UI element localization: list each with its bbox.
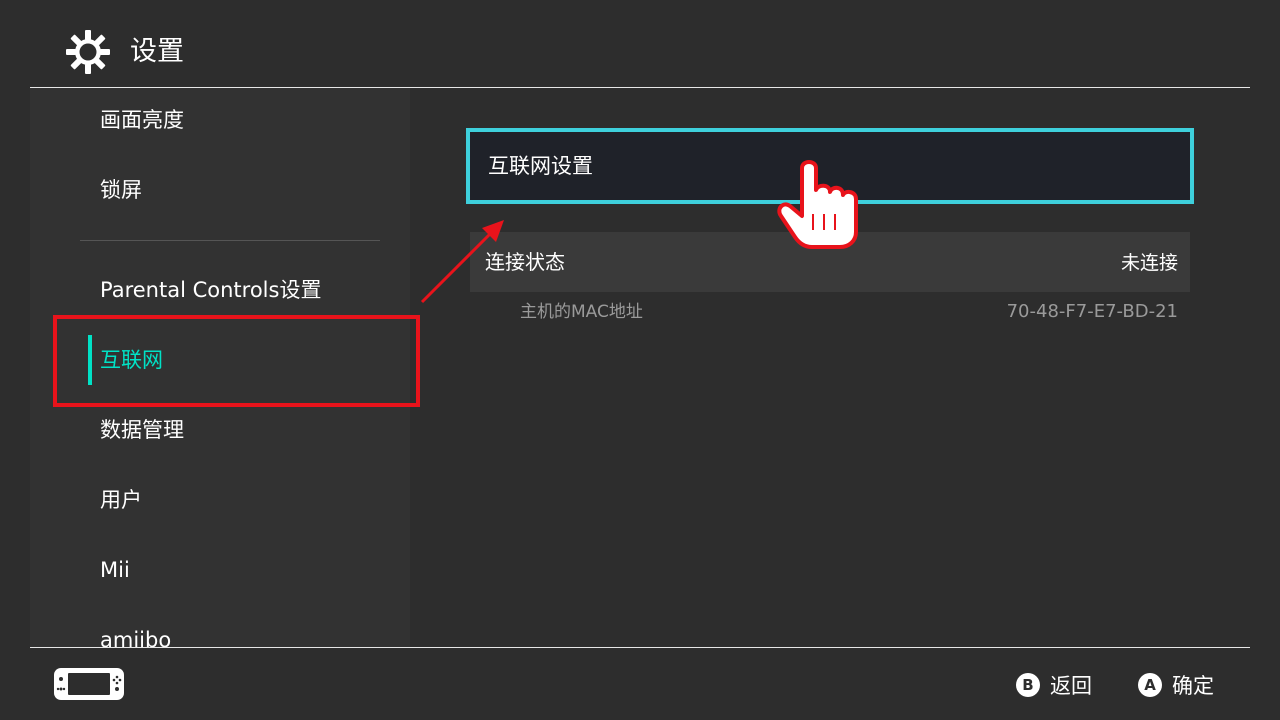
settings-screen: 设置 画面亮度 锁屏 Parental Controls设置 互联网 数据管理 … <box>0 0 1280 720</box>
connection-status-label: 连接状态 <box>485 250 565 274</box>
footer-divider <box>30 647 1250 648</box>
connection-status-value: 未连接 <box>1120 252 1178 274</box>
b-button-icon: B <box>1016 673 1040 697</box>
internet-settings-button[interactable]: 互联网设置 <box>466 128 1194 204</box>
gear-icon <box>66 30 110 74</box>
a-button-icon: A <box>1138 673 1162 697</box>
sidebar-item-amiibo[interactable]: amiibo <box>30 605 410 647</box>
sidebar-item-screen-brightness[interactable]: 画面亮度 <box>30 88 410 155</box>
sidebar-divider <box>80 240 380 241</box>
sidebar-item-mii[interactable]: Mii <box>30 535 410 605</box>
sidebar-item-label: 用户 <box>100 488 142 512</box>
back-button[interactable]: B 返回 <box>1016 668 1092 702</box>
sidebar-item-users[interactable]: 用户 <box>30 465 410 535</box>
sidebar-item-label: Parental Controls设置 <box>100 278 322 302</box>
sidebar-item-label: 画面亮度 <box>100 108 184 132</box>
sidebar-item-label: 数据管理 <box>100 418 184 442</box>
mac-address-row: 主机的MAC地址 70-48-F7-E7-BD-21 <box>470 292 1190 332</box>
sidebar-item-lock-screen[interactable]: 锁屏 <box>30 155 410 225</box>
annotation-highlight-box <box>53 315 420 407</box>
mac-address-label: 主机的MAC地址 <box>520 302 643 322</box>
confirm-button[interactable]: A 确定 <box>1138 668 1214 702</box>
connection-status-row: 连接状态 未连接 <box>470 232 1190 292</box>
console-icon <box>54 668 124 700</box>
mac-address-value: 70-48-F7-E7-BD-21 <box>1006 301 1178 322</box>
header: 设置 <box>0 0 1280 88</box>
sidebar-item-label: amiibo <box>100 628 172 647</box>
back-label: 返回 <box>1050 674 1092 698</box>
internet-settings-label: 互联网设置 <box>488 154 593 178</box>
page-title: 设置 <box>130 36 184 67</box>
confirm-label: 确定 <box>1172 674 1214 698</box>
sidebar-item-label: Mii <box>100 558 130 582</box>
sidebar-item-label: 锁屏 <box>100 178 142 202</box>
